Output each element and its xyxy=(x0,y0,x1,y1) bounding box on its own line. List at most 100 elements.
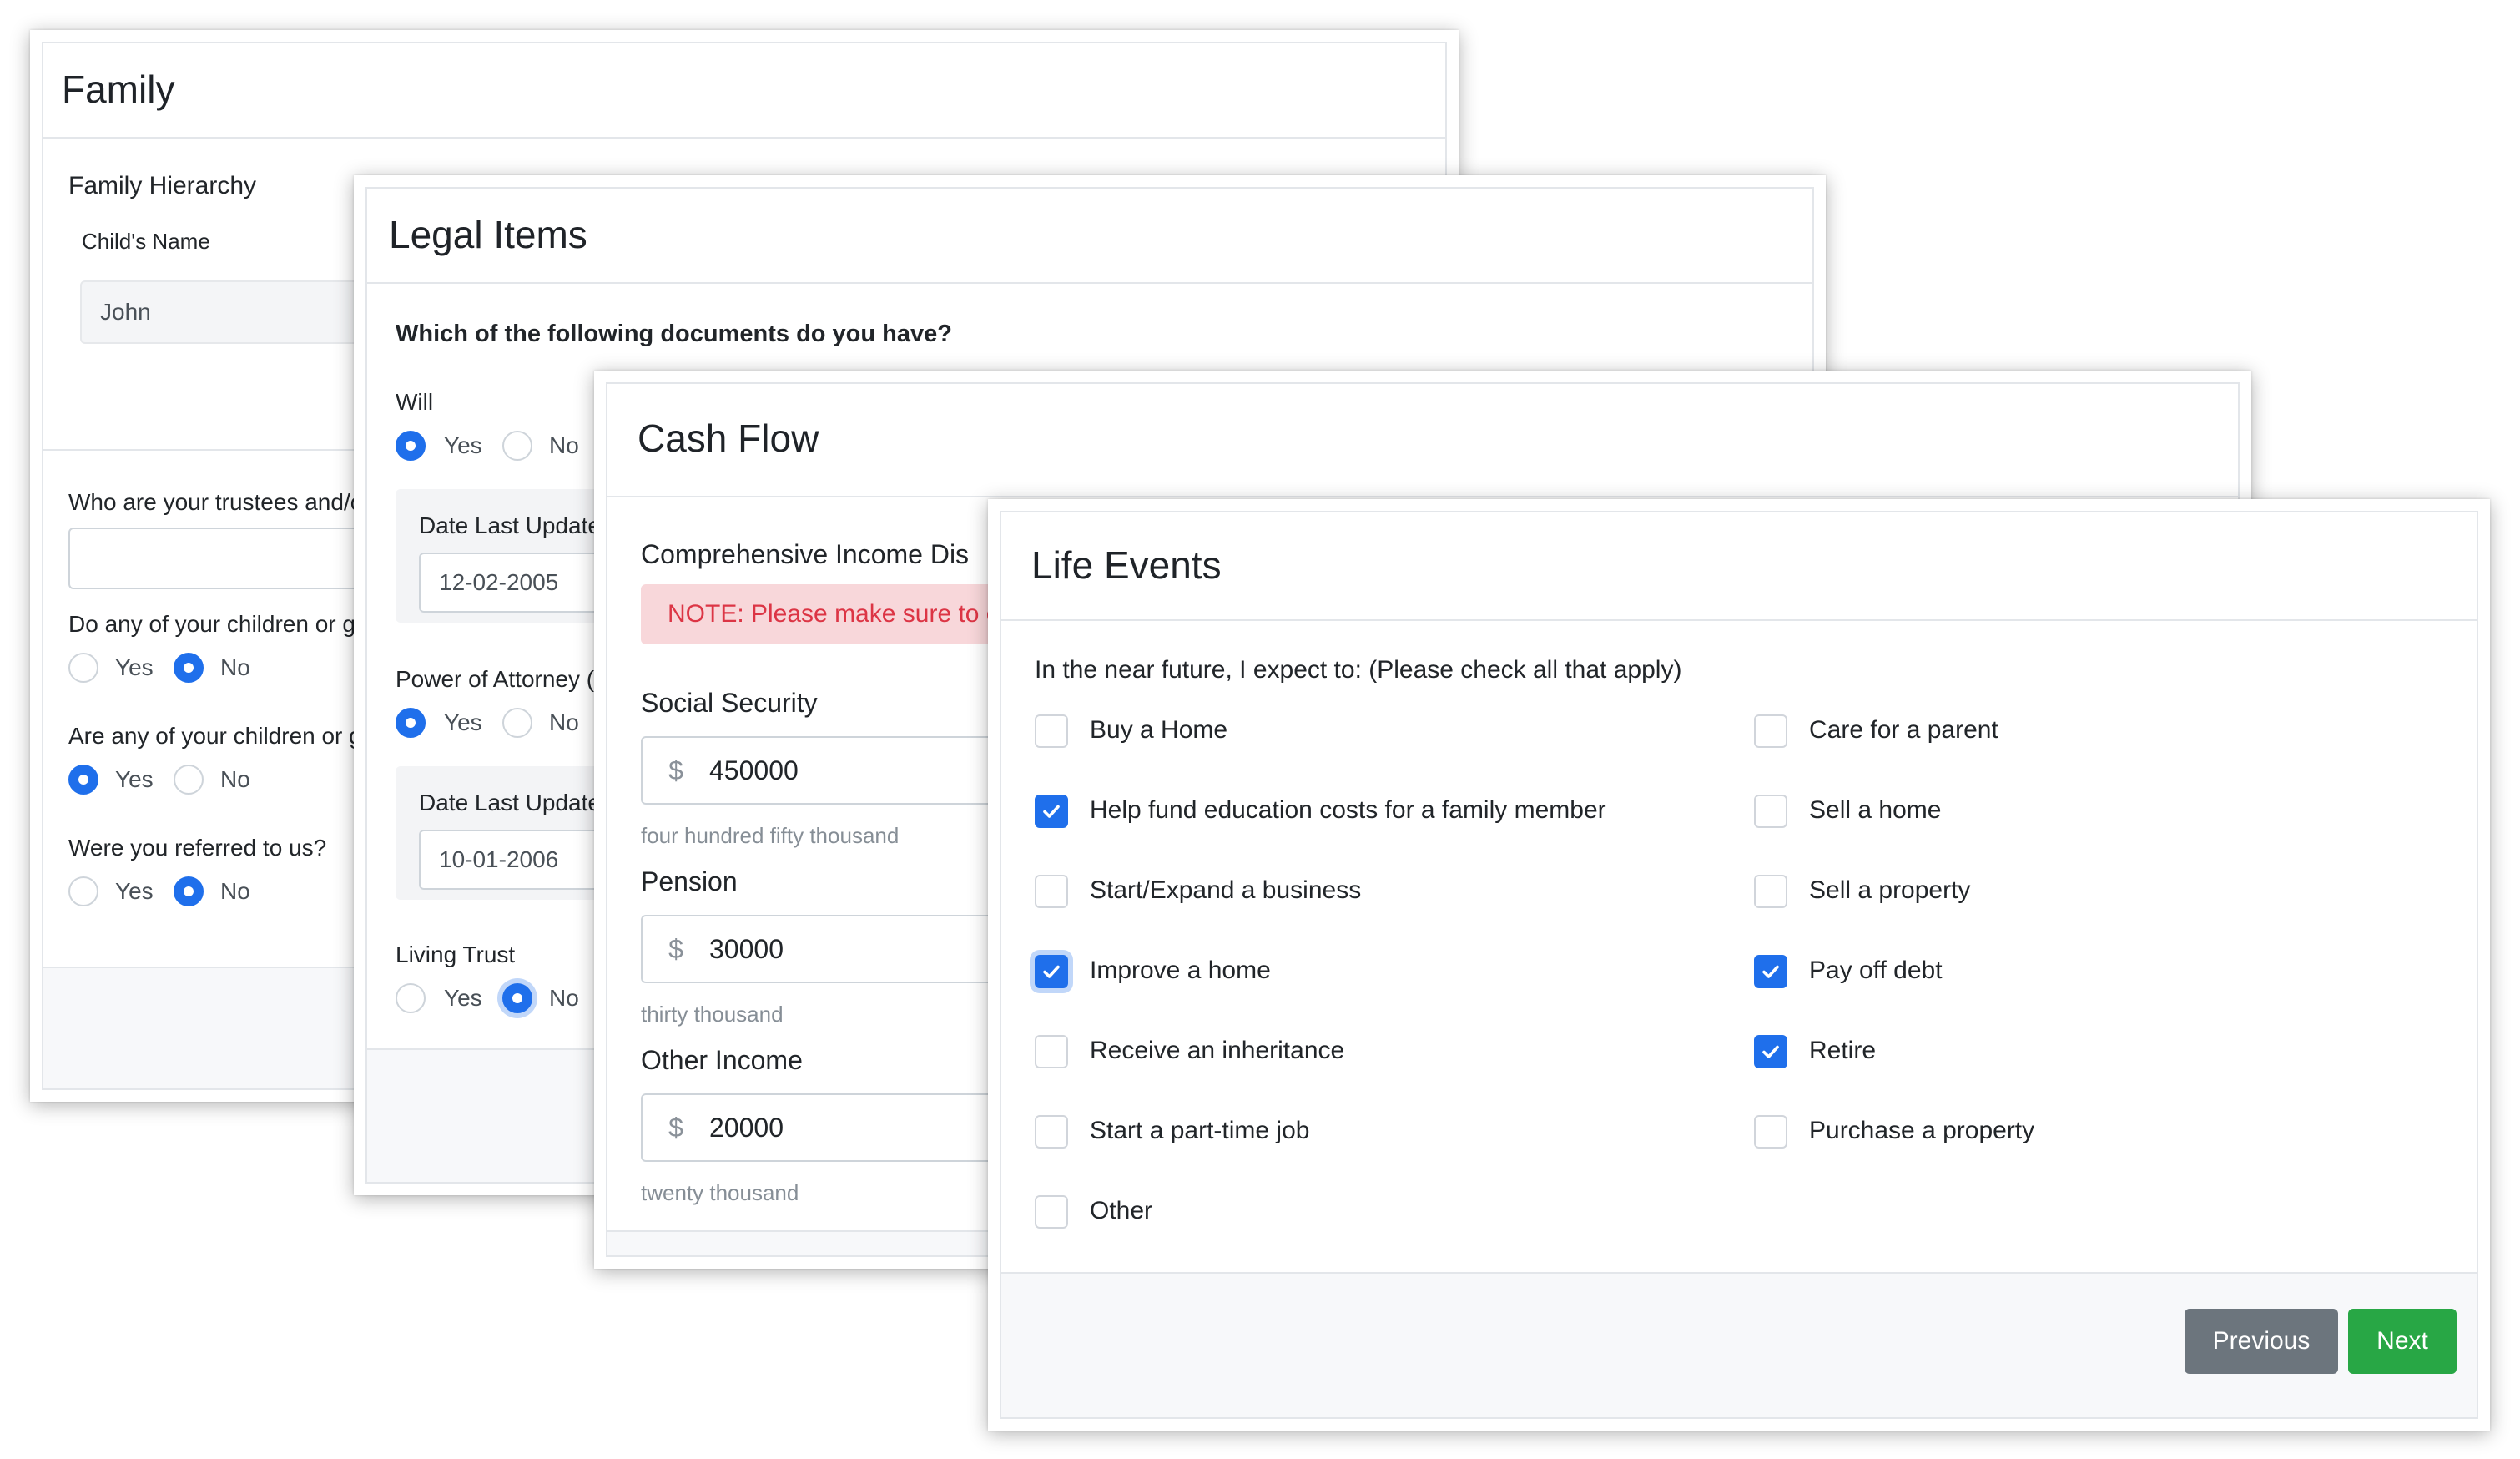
checkmark-icon xyxy=(1043,965,1060,978)
children-grand-yes-radio[interactable] xyxy=(68,653,98,683)
will-date-input[interactable]: 12-02-2005 xyxy=(419,553,602,613)
checkbox-help-fund-education[interactable] xyxy=(1035,795,1068,828)
checkmark-icon xyxy=(1762,1045,1779,1058)
checkbox-other[interactable] xyxy=(1035,1195,1068,1229)
living-trust-no-label: No xyxy=(549,985,579,1011)
checkbox-pay-off-debt[interactable] xyxy=(1754,955,1787,988)
living-trust-yes-label: Yes xyxy=(444,985,482,1011)
trustees-input[interactable] xyxy=(68,528,402,589)
living-trust-no-radio[interactable] xyxy=(502,983,532,1013)
life-events-question: In the near future, I expect to: (Please… xyxy=(1035,656,1682,684)
cash-flow-title: Cash Flow xyxy=(638,416,819,460)
children-or-question: Are any of your children or gr xyxy=(68,723,370,749)
checkbox-start-expand-business[interactable] xyxy=(1035,875,1068,908)
label-improve-a-home: Improve a home xyxy=(1090,957,1271,984)
family-title: Family xyxy=(62,68,175,111)
legal-items-title: Legal Items xyxy=(389,213,587,256)
checkbox-buy-a-home[interactable] xyxy=(1035,714,1068,748)
label-start-expand-business: Start/Expand a business xyxy=(1090,876,1362,904)
checkbox-improve-a-home[interactable] xyxy=(1035,955,1068,988)
cash-flow-card-header: Cash Flow xyxy=(607,384,2238,497)
pension-words: thirty thousand xyxy=(641,1002,784,1027)
poa-no-radio[interactable] xyxy=(502,708,532,738)
next-button[interactable]: Next xyxy=(2348,1309,2457,1374)
family-card-header: Family xyxy=(43,43,1445,139)
checkmark-icon xyxy=(1043,805,1060,818)
label-other: Other xyxy=(1090,1197,1153,1224)
children-or-no-radio[interactable] xyxy=(174,765,204,795)
label-receive-inheritance: Receive an inheritance xyxy=(1090,1037,1345,1064)
children-grand-yes-label: Yes xyxy=(115,654,154,680)
checkbox-care-for-a-parent[interactable] xyxy=(1754,714,1787,748)
checkbox-sell-a-home[interactable] xyxy=(1754,795,1787,828)
other-income-label: Other Income xyxy=(641,1045,803,1075)
life-events-card-header: Life Events xyxy=(1001,512,2477,621)
pension-label: Pension xyxy=(641,866,738,896)
poa-date-label: Date Last Update xyxy=(419,790,601,815)
poa-label: Power of Attorney ( xyxy=(396,666,595,692)
income-note-text: NOTE: Please make sure to e xyxy=(668,600,1000,628)
label-care-for-a-parent: Care for a parent xyxy=(1809,716,1998,744)
children-or-yes-radio[interactable] xyxy=(68,765,98,795)
will-yes-label: Yes xyxy=(444,432,482,458)
legal-documents-question: Which of the following documents do you … xyxy=(396,321,952,347)
other-income-words: twenty thousand xyxy=(641,1180,799,1205)
child-name-value: John xyxy=(100,299,151,325)
label-retire: Retire xyxy=(1809,1037,1877,1064)
child-name-label: Child's Name xyxy=(82,229,210,254)
dollar-icon: $ xyxy=(668,1112,683,1143)
other-income-value: 20000 xyxy=(709,1112,784,1143)
poa-yes-label: Yes xyxy=(444,709,482,735)
label-sell-a-property: Sell a property xyxy=(1809,876,1971,904)
legal-items-card-header: Legal Items xyxy=(367,189,1812,284)
living-trust-yes-radio[interactable] xyxy=(396,983,426,1013)
children-or-yes-label: Yes xyxy=(115,766,154,792)
will-date-value: 12-02-2005 xyxy=(439,569,559,595)
label-sell-a-home: Sell a home xyxy=(1809,796,1942,824)
living-trust-label: Living Trust xyxy=(396,942,516,967)
referred-no-radio[interactable] xyxy=(174,876,204,906)
checkbox-receive-inheritance[interactable] xyxy=(1035,1035,1068,1068)
will-yes-radio[interactable] xyxy=(396,431,426,461)
label-buy-a-home: Buy a Home xyxy=(1090,716,1228,744)
label-help-fund-education: Help fund education costs for a family m… xyxy=(1090,796,1606,824)
checkbox-purchase-a-property[interactable] xyxy=(1754,1115,1787,1149)
checkmark-icon xyxy=(1762,965,1779,978)
will-no-radio[interactable] xyxy=(502,431,532,461)
poa-no-label: No xyxy=(549,709,579,735)
checkbox-start-part-time-job[interactable] xyxy=(1035,1115,1068,1149)
checkbox-sell-a-property[interactable] xyxy=(1754,875,1787,908)
label-purchase-a-property: Purchase a property xyxy=(1809,1117,2035,1144)
label-pay-off-debt: Pay off debt xyxy=(1809,957,1943,984)
social-security-words: four hundred fifty thousand xyxy=(641,823,900,848)
dollar-icon: $ xyxy=(668,933,683,964)
dollar-icon: $ xyxy=(668,755,683,785)
family-hierarchy-heading: Family Hierarchy xyxy=(68,172,257,199)
referred-no-label: No xyxy=(220,878,250,904)
will-label: Will xyxy=(396,389,434,415)
previous-button[interactable]: Previous xyxy=(2185,1309,2338,1374)
life-events-card: Life Events In the near future, I expect… xyxy=(988,499,2490,1431)
pension-value: 30000 xyxy=(709,933,784,964)
children-grand-no-label: No xyxy=(220,654,250,680)
label-start-part-time-job: Start a part-time job xyxy=(1090,1117,1310,1144)
referred-yes-radio[interactable] xyxy=(68,876,98,906)
referred-question: Were you referred to us? xyxy=(68,835,327,861)
poa-date-input[interactable]: 10-01-2006 xyxy=(419,830,602,890)
income-section-heading: Comprehensive Income Dis xyxy=(641,539,970,569)
children-grand-question: Do any of your children or gra xyxy=(68,611,376,637)
poa-date-value: 10-01-2006 xyxy=(439,846,559,872)
social-security-value: 450000 xyxy=(709,755,799,785)
life-events-card-body: Life Events In the near future, I expect… xyxy=(1000,511,2478,1419)
checkbox-retire[interactable] xyxy=(1754,1035,1787,1068)
referred-yes-label: Yes xyxy=(115,878,154,904)
life-events-title: Life Events xyxy=(1031,543,1222,587)
will-date-label: Date Last Update xyxy=(419,512,601,538)
will-no-label: No xyxy=(549,432,579,458)
trustees-label: Who are your trustees and/or xyxy=(68,489,371,515)
children-grand-no-radio[interactable] xyxy=(174,653,204,683)
children-or-no-label: No xyxy=(220,766,250,792)
poa-yes-radio[interactable] xyxy=(396,708,426,738)
life-events-card-footer: Previous Next xyxy=(1001,1272,2477,1417)
social-security-label: Social Security xyxy=(641,688,818,718)
